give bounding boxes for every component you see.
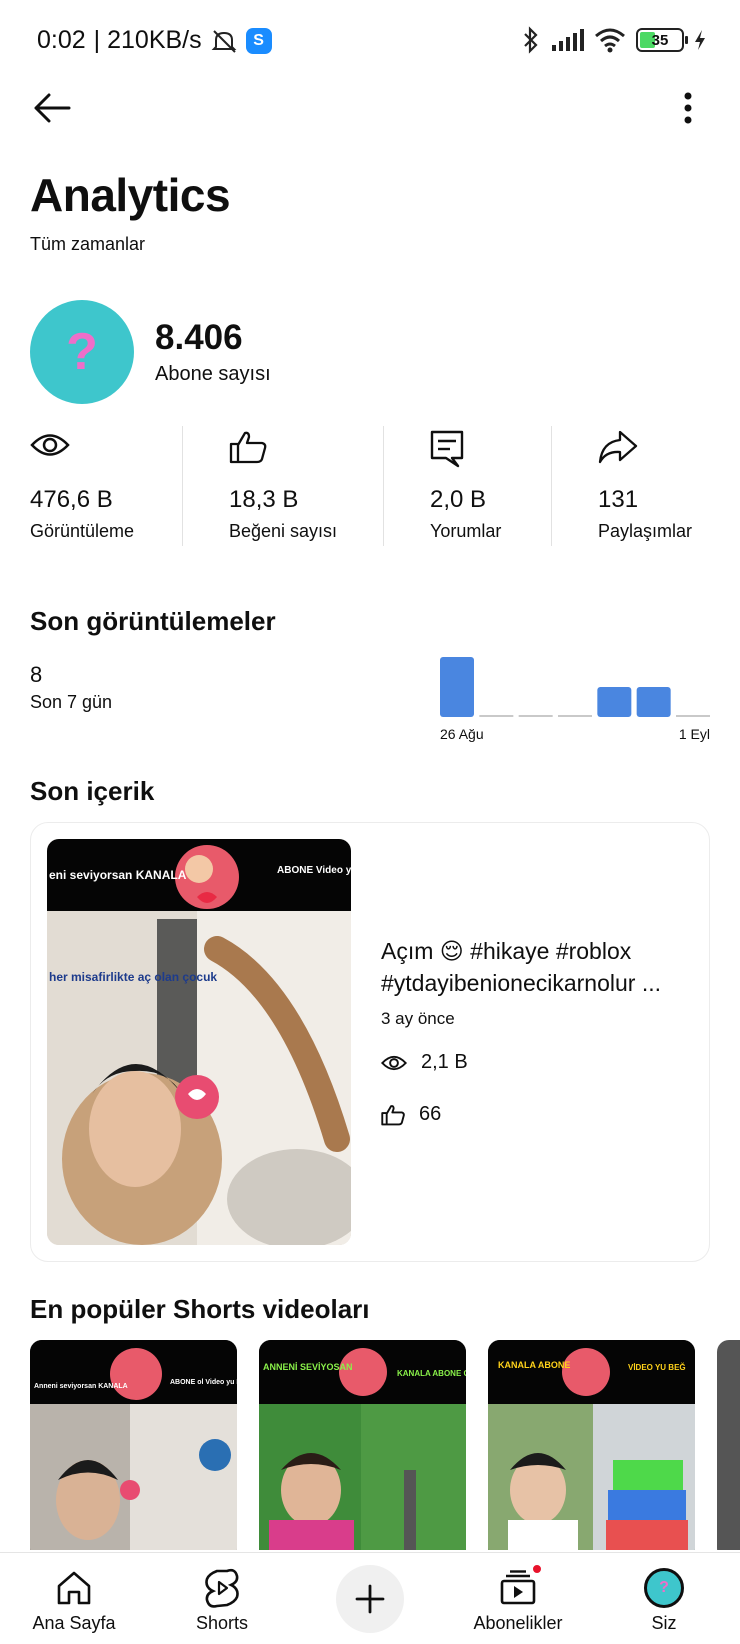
shorts-icon [205,1568,239,1608]
thumbs-up-icon [381,1104,405,1125]
short-caption-left: Anneni seviyorsan KANALA [34,1383,128,1390]
battery-level: 35 [651,31,669,49]
period-label: Tüm zamanlar [30,234,146,254]
nav-you[interactable]: ? Siz [604,1553,724,1644]
short-caption-left: KANALA ABONE [498,1360,570,1370]
short-card[interactable]: ANNENİ SEVİYOSAN KANALA ABONE OL [259,1340,466,1550]
thumb-caption-right: ABONE Video yu B [277,865,351,876]
stat-label: Paylaşımlar [598,521,693,541]
short-card[interactable]: KANALA ABONE VİDEO YU BEĞ [488,1340,695,1550]
stat-value: 2,0 B [430,486,487,513]
stats-row: 476,6 B Görüntüleme 18,3 B Beğeni sayısı… [0,426,740,546]
nav-label: Siz [651,1613,677,1633]
status-net-speed: | 210KB/s [93,26,202,54]
chart-bar [558,715,592,717]
nav-home[interactable]: Ana Sayfa [14,1553,134,1644]
home-icon [57,1571,91,1605]
chart-bar [518,715,553,717]
short-caption-left: ANNENİ SEVİYOSAN [263,1362,353,1372]
wifi-icon [595,28,625,53]
video-views-value: 2,1 B [421,1051,468,1073]
page-title: Analytics [30,169,231,221]
short-thumbnail: Anneni seviyorsan KANALA ABONE ol Video … [30,1340,237,1550]
stat-value: 18,3 B [229,486,299,513]
stat-label: Yorumlar [430,521,502,541]
status-bar: 0:02 | 210KB/s S 35 [0,0,740,84]
bottom-nav: Ana Sayfa Shorts Abonelikler ? Siz [0,1552,740,1644]
avatar-glyph: ? [66,323,98,381]
shazam-icon: S [245,27,272,54]
eye-icon [381,1055,407,1070]
divider [551,426,552,546]
signal-icon [552,29,584,51]
chart-bar [440,657,474,717]
popular-shorts-row: Anneni seviyorsan KANALA ABONE ol Video … [30,1340,740,1550]
video-likes: 66 [381,1103,441,1126]
comment-icon [430,430,464,468]
arrow-left-icon [34,93,71,123]
thumbs-up-icon [229,431,267,464]
recent-content-title: Son içerik [30,776,155,806]
nav-label: Shorts [195,1613,249,1633]
popular-shorts-title: En popüler Shorts videoları [30,1294,370,1324]
chart-bar [676,715,710,717]
recent-content-card[interactable]: eni seviyorsan KANALA ABONE Video yu B h… [30,822,710,1262]
mute-icon [211,29,237,53]
status-time: 0:02 [37,26,86,54]
bluetooth-icon [524,26,538,54]
video-likes-value: 66 [419,1103,442,1125]
recent-views-title: Son görüntülemeler [30,606,276,636]
thumb-caption-middle: her misafirlikte aç olan çocuk [49,970,217,984]
create-button[interactable] [336,1565,404,1633]
avatar-glyph: ? [659,1579,669,1596]
subscriber-count: 8.406 [155,318,243,357]
plus-icon [355,1584,385,1614]
short-card[interactable]: Anneni seviyorsan KANALA ABONE ol Video … [30,1340,237,1550]
short-thumbnail: KANALA ABONE VİDEO YU BEĞ [488,1340,695,1550]
more-options-button[interactable] [676,86,700,130]
recent-views-period: Son 7 gün [30,692,113,712]
channel-avatar: ? [30,300,134,404]
eye-icon [30,434,70,456]
stat-value: 476,6 B [30,486,113,513]
nav-label: Abonelikler [473,1613,563,1633]
short-thumbnail: ANNENİ SEVİYOSAN KANALA ABONE OL [259,1340,466,1550]
subscriptions-icon [500,1570,536,1605]
chart-bar [636,687,671,717]
recent-views-count: 8 [30,662,43,687]
short-caption-right: KANALA ABONE OL [397,1369,466,1378]
notification-dot [531,1563,543,1575]
chart-bar [597,687,632,717]
share-icon [598,430,638,464]
stat-value: 131 [598,486,639,513]
divider [383,426,384,546]
recent-views-chart[interactable]: 26 Ağu 1 Eyl [440,655,710,745]
back-button[interactable] [30,86,74,130]
more-vertical-icon [684,92,692,124]
subscriber-label: Abone sayısı [155,363,271,385]
chart-tick-label: 26 Ağu [440,726,484,742]
short-caption-right: ABONE ol Video yu BEĞEN [170,1377,237,1386]
nav-shorts[interactable]: Shorts [162,1553,282,1644]
short-caption-right: VİDEO YU BEĞ [628,1363,686,1372]
stat-label: Görüntüleme [30,521,135,541]
status-left: 0:02 | 210KB/s S [37,26,272,55]
nav-label: Ana Sayfa [32,1613,116,1633]
video-views: 2,1 B [381,1051,468,1074]
short-card[interactable] [717,1340,740,1550]
nav-subscriptions[interactable]: Abonelikler [458,1553,578,1644]
video-thumbnail[interactable]: eni seviyorsan KANALA ABONE Video yu B h… [47,839,351,1245]
chart-bar [479,715,514,717]
charging-icon [695,30,705,50]
thumb-caption-left: eni seviyorsan KANALA [49,868,187,882]
thumbnail-art: eni seviyorsan KANALA ABONE Video yu B h… [47,839,351,1245]
battery-icon: 35 [636,28,688,52]
video-age: 3 ay önce [381,1009,455,1028]
chart-tick-label: 1 Eyl [679,726,710,742]
stat-label: Beğeni sayısı [229,521,338,541]
avatar: ? [644,1568,684,1608]
status-right: 35 [522,26,706,54]
divider [182,426,183,546]
video-title[interactable]: Açım 😌 #hikaye #roblox #ytdayibenionecik… [381,935,691,999]
